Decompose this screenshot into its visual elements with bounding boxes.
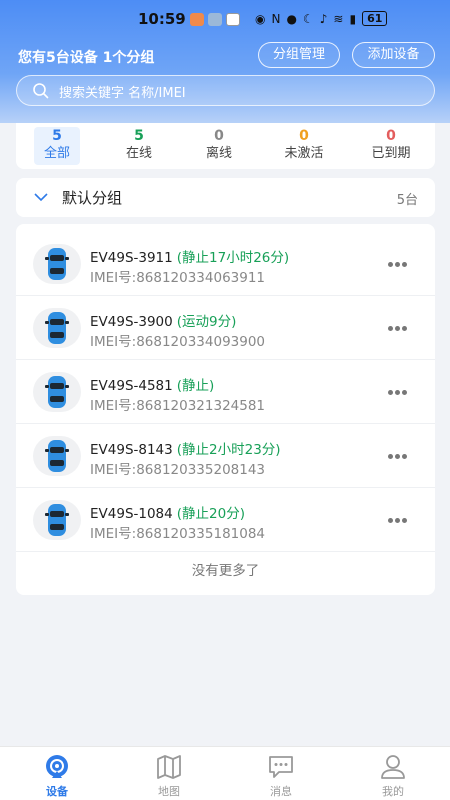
device-list: EV49S-3911 (静止17小时26分) IMEI号:868120334063… [16,224,435,595]
device-status: (静止2小时23分) [176,442,281,458]
device-imei: IMEI号:868120335181084 [90,526,266,542]
tab-label: 离线 [205,146,232,161]
nav-label: 地图 [158,785,180,798]
car-icon [45,376,69,408]
signal-icon: ▮ [349,11,357,26]
nav-messages[interactable]: 消息 [251,753,311,799]
group-name: 默认分组 [62,189,123,207]
message-icon [269,756,293,778]
device-radar-icon [46,755,68,778]
tab-expired[interactable]: 0 已到期 [363,127,419,165]
group-header[interactable]: 默认分组 5台 [16,178,435,217]
status-tabs: 5 全部 5 在线 0 离线 0 未激活 0 已到期 [16,123,435,169]
device-row[interactable]: EV49S-3900 (运动9分) IMEI号:868120334093900 [16,296,435,360]
group-manage-button[interactable]: 分组管理 [258,42,340,68]
tab-count: 0 [214,128,224,144]
tab-all[interactable]: 5 全部 [34,127,80,165]
nav-label: 我的 [382,785,404,798]
device-name: EV49S-4581 [90,378,173,394]
search-icon [33,83,49,99]
list-end-text: 没有更多了 [191,563,260,579]
device-status: (静止20分) [176,506,245,522]
chevron-down-icon [34,193,48,202]
more-options-icon[interactable] [388,444,414,468]
device-row[interactable]: EV49S-3911 (静止17小时26分) IMEI号:868120334063… [16,232,435,296]
device-name: EV49S-8143 [90,442,173,458]
device-status: (静止17小时26分) [176,250,290,266]
tab-offline[interactable]: 0 离线 [196,127,242,165]
device-row[interactable]: EV49S-1084 (静止20分) IMEI号:868120335181084 [16,488,435,552]
bottom-nav: 设备 地图 消息 我的 [0,746,450,800]
tab-inactive[interactable]: 0 未激活 [276,127,332,165]
weather-icon [208,13,222,26]
mute-icon: ♪ [319,11,328,26]
hd-icon [226,13,240,26]
more-options-icon[interactable] [388,508,414,532]
nfc-icon: N [271,11,281,26]
device-imei: IMEI号:868120321324581 [90,398,266,414]
car-icon [45,312,69,344]
header: 10:59 ◉ N ● ☾ ♪ ≋ ▮ 61 您有5台设备 1个分组 分组管理 … [0,0,450,123]
device-status: (运动9分) [176,314,237,330]
tab-label: 全部 [43,146,70,161]
more-options-icon[interactable] [388,316,414,340]
location-icon: ● [286,11,297,26]
car-icon [45,504,69,536]
car-icon [45,440,69,472]
device-row[interactable]: EV49S-4581 (静止) IMEI号:868120321324581 [16,360,435,424]
car-avatar [33,244,81,284]
group-device-count: 5台 [396,193,418,208]
add-device-button[interactable]: 添加设备 [352,42,435,68]
car-icon [45,248,69,280]
device-imei: IMEI号:868120334063911 [90,270,266,286]
car-avatar [33,500,81,540]
device-name: EV49S-3900 [90,314,173,330]
status-time: 10:59 [138,10,186,28]
nav-profile[interactable]: 我的 [363,753,423,799]
nav-label: 设备 [46,785,68,798]
map-icon [157,755,181,779]
more-options-icon[interactable] [388,252,414,276]
car-avatar [33,308,81,348]
car-avatar [33,372,81,412]
moon-icon: ☾ [302,11,314,26]
eye-icon: ◉ [255,11,266,26]
profile-icon [381,755,405,779]
device-imei: IMEI号:868120335208143 [90,462,266,478]
device-status: (静止) [176,378,215,394]
tab-online[interactable]: 5 在线 [116,127,162,165]
device-name: EV49S-1084 [90,506,173,522]
status-bar: 10:59 ◉ N ● ☾ ♪ ≋ ▮ 61 [0,6,450,34]
tab-label: 未激活 [284,146,324,161]
device-row[interactable]: EV49S-8143 (静止2小时23分) IMEI号:8681203352081… [16,424,435,488]
nav-label: 消息 [270,785,292,798]
app-notification-icon [190,13,204,26]
car-avatar [33,436,81,476]
device-summary: 您有5台设备 1个分组 [18,50,155,66]
nav-devices[interactable]: 设备 [27,753,87,799]
tab-label: 在线 [125,146,152,161]
search-placeholder: 搜索关键字 名称/IMEI [59,86,186,101]
tab-count: 5 [52,128,62,144]
battery-icon: 61 [362,11,388,26]
device-imei: IMEI号:868120334093900 [90,334,266,350]
tab-count: 5 [134,128,144,144]
device-name: EV49S-3911 [90,250,173,266]
tab-count: 0 [386,128,396,144]
search-input[interactable]: 搜索关键字 名称/IMEI [16,75,435,106]
nav-map[interactable]: 地图 [139,753,199,799]
wifi-icon: ≋ [333,11,344,26]
tab-count: 0 [299,128,309,144]
more-options-icon[interactable] [388,380,414,404]
tab-label: 已到期 [371,146,411,161]
